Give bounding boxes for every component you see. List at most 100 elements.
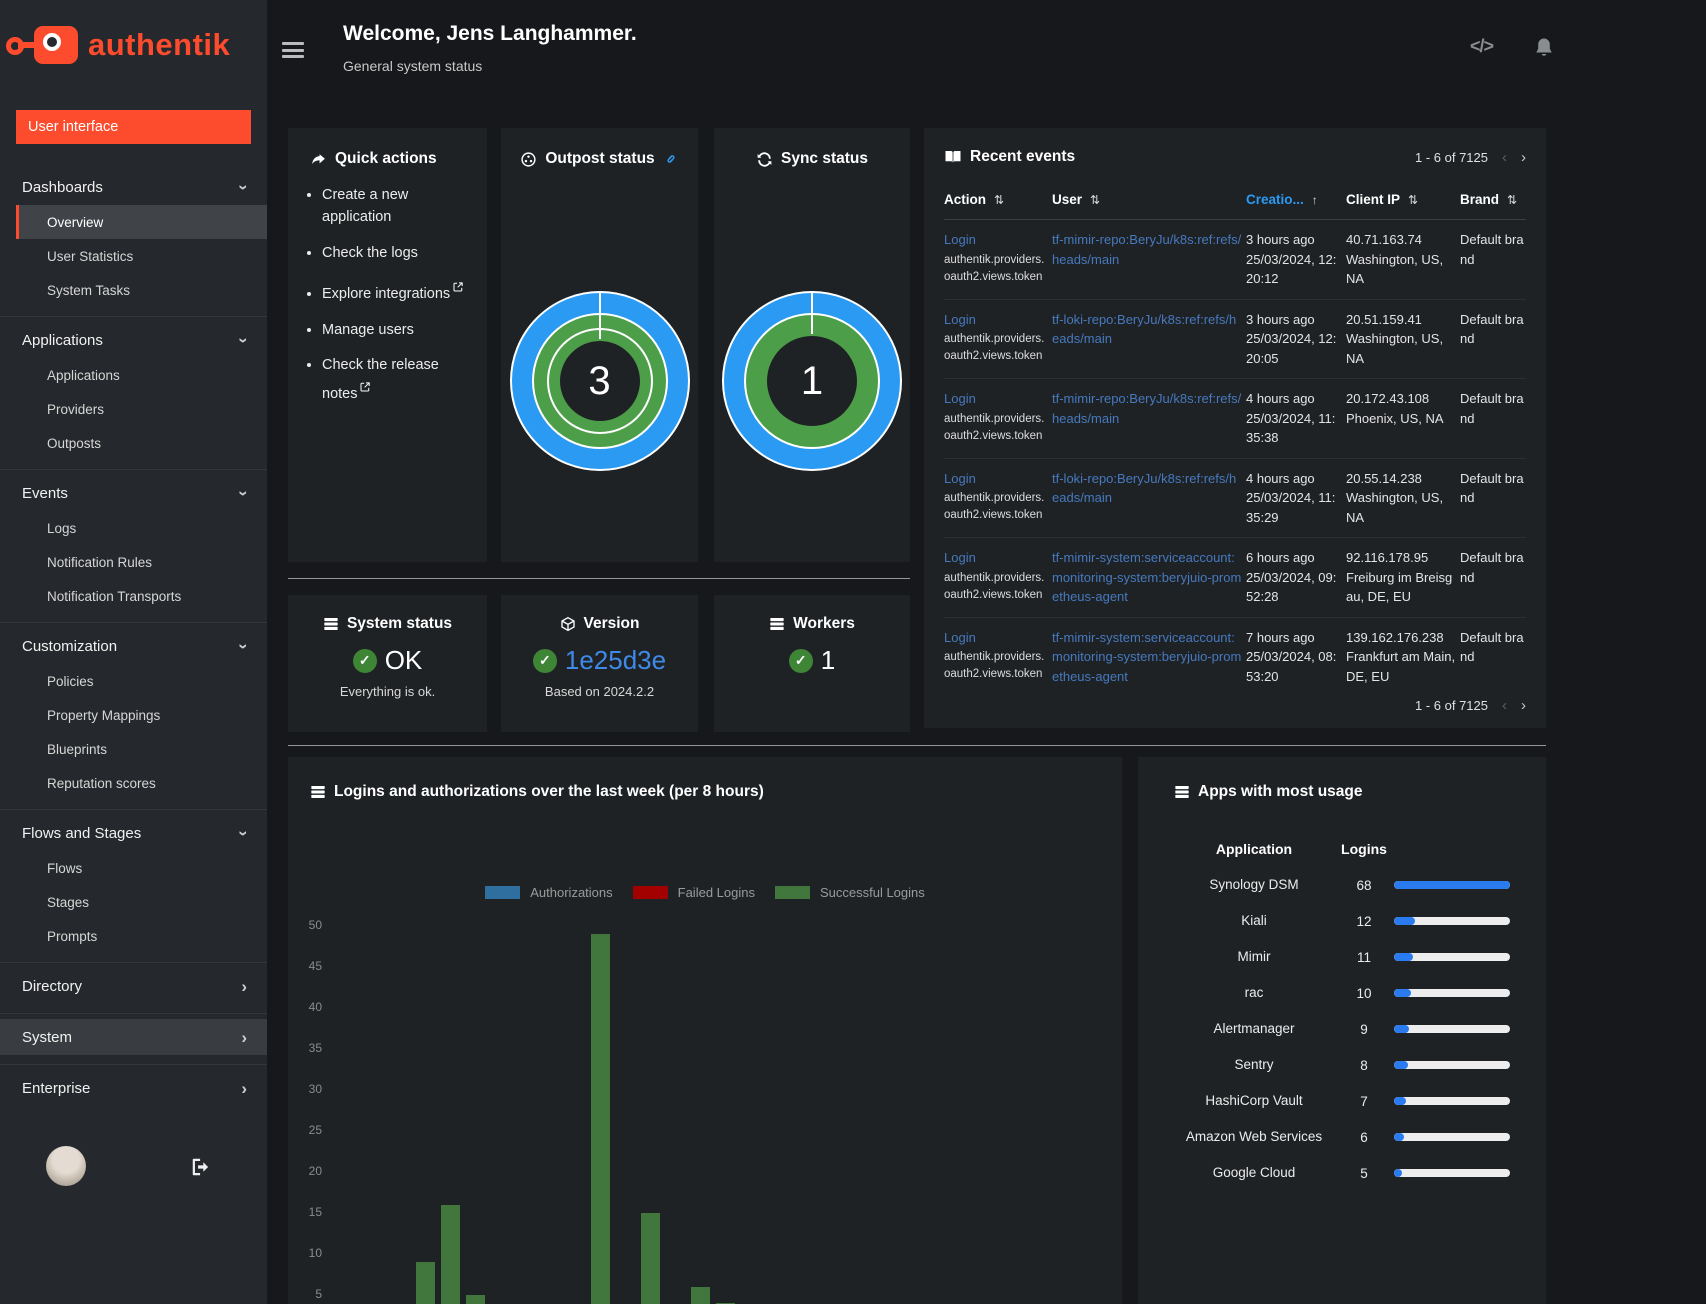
event-user-cell: tf-mimir-system:serviceaccount:monitorin… bbox=[1052, 548, 1242, 607]
pagination-next-icon[interactable]: › bbox=[1521, 697, 1526, 714]
event-user-link[interactable]: tf-loki-repo:BeryJu/k8s:ref:refs/heads/m… bbox=[1052, 312, 1236, 347]
sidebar-item-logs[interactable]: Logs bbox=[16, 511, 267, 545]
event-time-absolute: 25/03/2024, 11:35:29 bbox=[1246, 490, 1336, 525]
event-user-cell: tf-mimir-repo:BeryJu/k8s:ref:refs/heads/… bbox=[1052, 230, 1242, 289]
sidebar-group-header-directory[interactable]: Directory › bbox=[0, 968, 267, 1004]
sidebar-group-header-events[interactable]: Events › bbox=[0, 475, 267, 511]
quick-action-explore-integrations[interactable]: Explore integrations bbox=[322, 277, 473, 305]
sidebar-item-stages[interactable]: Stages bbox=[16, 885, 267, 919]
sidebar-item-flows[interactable]: Flows bbox=[16, 851, 267, 885]
legend-item-authorizations[interactable]: Authorizations bbox=[485, 885, 613, 900]
event-creation-cell: 4 hours ago 25/03/2024, 11:35:29 bbox=[1246, 469, 1342, 528]
user-interface-button[interactable]: User interface bbox=[16, 110, 251, 144]
event-brand-cell: Default brand bbox=[1460, 232, 1524, 267]
app-name: Sentry bbox=[1234, 1057, 1274, 1073]
quick-action-check-the-logs[interactable]: Check the logs bbox=[322, 242, 473, 264]
quick-action-label: Create a new application bbox=[322, 187, 409, 226]
pagination-prev-icon[interactable]: ‹ bbox=[1502, 697, 1507, 714]
app-usage-bar-cell bbox=[1394, 953, 1510, 961]
event-action-link[interactable]: Login bbox=[944, 312, 976, 327]
quick-action-label: Check the release notes bbox=[322, 357, 439, 402]
events-column-label: User bbox=[1052, 192, 1083, 207]
legend-item-successful-logins[interactable]: Successful Logins bbox=[774, 885, 925, 900]
event-user-link[interactable]: tf-mimir-system:serviceaccount:monitorin… bbox=[1052, 630, 1241, 684]
legend-item-failed-logins[interactable]: Failed Logins bbox=[632, 885, 755, 900]
sort-icon[interactable]: ⇅ bbox=[1408, 193, 1418, 207]
event-action-link[interactable]: Login bbox=[944, 471, 976, 486]
event-time-relative: 6 hours ago bbox=[1246, 550, 1315, 565]
sidebar-group-header-enterprise[interactable]: Enterprise › bbox=[0, 1070, 267, 1106]
share-arrow-icon bbox=[310, 151, 327, 168]
event-user-link[interactable]: tf-mimir-system:serviceaccount:monitorin… bbox=[1052, 550, 1241, 604]
sort-icon[interactable]: ⇅ bbox=[994, 193, 1004, 207]
sort-icon[interactable]: ⇅ bbox=[1090, 193, 1100, 207]
event-client-geo: Washington, US, NA bbox=[1346, 331, 1444, 366]
success-check-icon: ✓ bbox=[788, 648, 813, 673]
workers-value: 1 bbox=[820, 645, 836, 675]
sort-ascending-icon[interactable]: ↑ bbox=[1312, 193, 1318, 207]
sidebar-group-header-dashboards[interactable]: Dashboards › bbox=[0, 169, 267, 205]
sidebar-item-system-tasks[interactable]: System Tasks bbox=[16, 273, 267, 307]
event-action-link[interactable]: Login bbox=[944, 630, 976, 645]
sidebar-item-label: Outposts bbox=[47, 435, 102, 451]
apps-usage-header: Application Logins bbox=[1174, 831, 1510, 867]
sort-icon[interactable]: ⇅ bbox=[1507, 193, 1517, 207]
sidebar-item-property-mappings[interactable]: Property Mappings bbox=[16, 698, 267, 732]
progress-bar-fill bbox=[1394, 1097, 1406, 1105]
sidebar-item-user-statistics[interactable]: User Statistics bbox=[16, 239, 267, 273]
sidebar-item-providers[interactable]: Providers bbox=[16, 392, 267, 426]
outpost-status-donut: 3 bbox=[509, 291, 690, 471]
version-value-link[interactable]: 1e25d3e bbox=[565, 645, 666, 676]
sidebar-item-label: System Tasks bbox=[47, 282, 131, 298]
sidebar-group-header-applications[interactable]: Applications › bbox=[0, 322, 267, 358]
sidebar-group-label: Dashboards bbox=[22, 178, 103, 196]
app-usage-bar-cell bbox=[1394, 917, 1510, 925]
chart-bar-successful-logins bbox=[466, 1295, 485, 1304]
menu-toggle-icon[interactable] bbox=[282, 42, 304, 60]
sidebar-item-outposts[interactable]: Outposts bbox=[16, 426, 267, 460]
sidebar-item-notification-transports[interactable]: Notification Transports bbox=[16, 579, 267, 613]
quick-action-manage-users[interactable]: Manage users bbox=[322, 319, 473, 341]
quick-action-label: Check the logs bbox=[322, 244, 418, 261]
event-time-relative: 7 hours ago bbox=[1246, 629, 1315, 645]
event-client-ip-cell: 40.71.163.74 Washington, US, NA bbox=[1346, 230, 1456, 289]
progress-bar-fill bbox=[1394, 881, 1510, 889]
y-axis-tick: 25 bbox=[308, 1123, 322, 1137]
api-browser-icon[interactable]: </> bbox=[1470, 36, 1494, 57]
event-user-link[interactable]: tf-mimir-repo:BeryJu/k8s:ref:refs/heads/… bbox=[1052, 391, 1241, 426]
quick-action-create-a-new-application[interactable]: Create a new application bbox=[322, 184, 473, 229]
pagination-label: 1 - 6 of 7125 bbox=[1415, 149, 1488, 165]
event-action-link[interactable]: Login bbox=[944, 391, 976, 406]
avatar[interactable] bbox=[46, 1146, 86, 1186]
sidebar-item-label: User Statistics bbox=[47, 248, 134, 264]
sidebar-item-applications[interactable]: Applications bbox=[16, 358, 267, 392]
sidebar-item-overview[interactable]: Overview bbox=[16, 205, 267, 239]
events-column-label: Brand bbox=[1460, 192, 1500, 207]
link-icon[interactable] bbox=[663, 151, 679, 167]
event-creation-cell: 3 hours ago 25/03/2024, 12:20:05 bbox=[1246, 310, 1342, 369]
sidebar-item-notification-rules[interactable]: Notification Rules bbox=[16, 545, 267, 579]
sync-status-card: Sync status 1 bbox=[714, 128, 910, 562]
events-column-brand: Brand ⇅ bbox=[1460, 192, 1526, 207]
event-user-link[interactable]: tf-loki-repo:BeryJu/k8s:ref:refs/heads/m… bbox=[1052, 471, 1236, 506]
pagination-next-icon[interactable]: › bbox=[1521, 149, 1526, 166]
notifications-bell-icon[interactable] bbox=[1532, 36, 1556, 65]
legend-label: Authorizations bbox=[530, 885, 613, 900]
sidebar-item-reputation-scores[interactable]: Reputation scores bbox=[16, 766, 267, 800]
event-action-link[interactable]: Login bbox=[944, 550, 976, 565]
sidebar-item-policies[interactable]: Policies bbox=[16, 664, 267, 698]
event-user-link[interactable]: tf-mimir-repo:BeryJu/k8s:ref:refs/heads/… bbox=[1052, 232, 1241, 267]
event-client-geo: Phoenix, US, NA bbox=[1346, 410, 1444, 426]
quick-action-check-the-release-notes[interactable]: Check the release notes bbox=[322, 354, 473, 405]
sidebar-item-prompts[interactable]: Prompts bbox=[16, 919, 267, 953]
event-action-link[interactable]: Login bbox=[944, 232, 976, 247]
sidebar-group-header-customization[interactable]: Customization › bbox=[0, 628, 267, 664]
authentik-logo[interactable]: authentik bbox=[0, 0, 267, 64]
sidebar-group-header-system[interactable]: System › bbox=[0, 1019, 267, 1055]
sign-out-icon[interactable] bbox=[190, 1156, 212, 1183]
pagination-prev-icon[interactable]: ‹ bbox=[1502, 149, 1507, 166]
app-usage-bar-cell bbox=[1394, 1169, 1510, 1177]
sidebar-group-header-flows-and-stages[interactable]: Flows and Stages › bbox=[0, 815, 267, 851]
apps-column-application: Application bbox=[1215, 840, 1293, 857]
sidebar-item-blueprints[interactable]: Blueprints bbox=[16, 732, 267, 766]
